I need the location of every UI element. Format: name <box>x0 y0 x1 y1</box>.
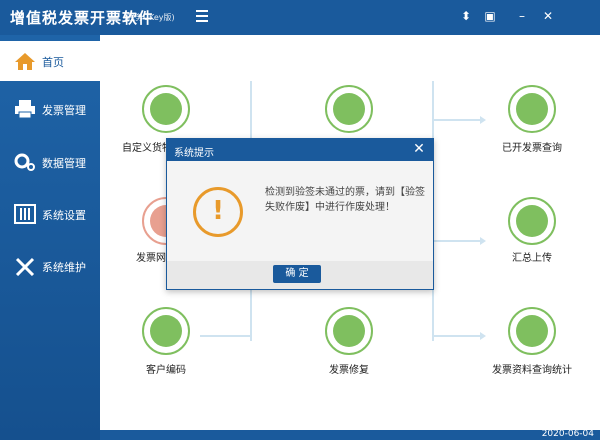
dialog-footer: 确 定 <box>167 261 433 289</box>
flow-line <box>432 335 482 337</box>
tile-label: 汇总上传 <box>512 253 552 264</box>
warning-icon: ! <box>193 187 243 237</box>
sliders-icon <box>14 204 36 224</box>
flow-line <box>200 335 250 337</box>
flow-arrow <box>480 237 486 245</box>
sidebar-item-system-settings[interactable]: 系统设置 <box>0 194 100 234</box>
printer-icon <box>15 100 35 119</box>
sidebar-item-home[interactable]: 首页 <box>0 41 100 81</box>
tile-customer-code[interactable] <box>142 307 190 355</box>
repair-icon <box>333 315 365 347</box>
flow-arrow <box>480 116 486 124</box>
tile-label: 自定义货物 <box>122 143 172 154</box>
status-date: 2020-06-04 <box>541 429 594 439</box>
settings-panel-icon <box>333 93 365 125</box>
stats-icon <box>516 315 548 347</box>
flow-line <box>432 240 482 242</box>
goods-icon <box>150 93 182 125</box>
sidebar-item-data-management[interactable]: 数据管理 <box>0 142 100 182</box>
menu-icon[interactable] <box>196 10 208 22</box>
tile-invoice-repair[interactable] <box>325 307 373 355</box>
dialog-header: 系统提示 ✕ <box>167 139 433 161</box>
tile-invoice-stats[interactable] <box>508 307 556 355</box>
restore-icon[interactable]: ▣ <box>482 7 498 25</box>
tile-summary-upload[interactable] <box>508 197 556 245</box>
title-bar: 增值税发票开票软件 (税务UKey版) ⬍ ▣ – ✕ <box>0 0 600 35</box>
tile-label: 客户编码 <box>146 365 186 376</box>
pin-icon[interactable]: ⬍ <box>458 7 474 25</box>
dialog-close-icon[interactable]: ✕ <box>411 141 427 157</box>
dialog-message: 检测到验签未通过的票，请到【验签失败作废】中进行作废处理！ <box>265 187 425 213</box>
flow-arrow <box>480 332 486 340</box>
tile-label: 已开发票查询 <box>502 143 562 154</box>
sidebar-item-label: 数据管理 <box>42 157 86 170</box>
sidebar-item-label: 首页 <box>42 56 64 69</box>
tools-icon <box>15 257 35 276</box>
sidebar-item-system-maintenance[interactable]: 系统维护 <box>0 246 100 286</box>
dialog-title: 系统提示 <box>174 148 214 159</box>
sidebar-item-label: 发票管理 <box>42 104 86 117</box>
tile-issued-invoice-query[interactable] <box>508 85 556 133</box>
system-prompt-dialog: 系统提示 ✕ ! 检测到验签未通过的票，请到【验签失败作废】中进行作废处理！ 确… <box>166 138 434 290</box>
sidebar-item-invoice-management[interactable]: 发票管理 <box>0 89 100 129</box>
gear-icon <box>14 153 35 171</box>
sidebar-item-label: 系统设置 <box>42 209 86 222</box>
upload-icon <box>516 205 548 237</box>
close-icon[interactable]: ✕ <box>540 7 556 25</box>
tile-label: 发票网 <box>136 253 166 264</box>
tile-label: 发票资料查询统计 <box>492 365 572 376</box>
wallet-icon <box>150 315 182 347</box>
home-icon <box>15 53 35 70</box>
minimize-icon[interactable]: – <box>514 7 530 25</box>
sidebar-item-label: 系统维护 <box>42 261 86 274</box>
flow-line <box>432 119 482 121</box>
app-subtitle: (税务UKey版) <box>124 13 175 22</box>
tile-custom-goods[interactable] <box>142 85 190 133</box>
ok-button[interactable]: 确 定 <box>273 265 321 283</box>
tile-settings-panel[interactable] <box>325 85 373 133</box>
tile-label: 发票修复 <box>329 365 369 376</box>
sidebar: 首页 发票管理 数据管理 系统设置 系统维护 <box>0 35 100 440</box>
invoice-search-icon <box>516 93 548 125</box>
status-bar: 2020-06-04 <box>100 429 600 440</box>
